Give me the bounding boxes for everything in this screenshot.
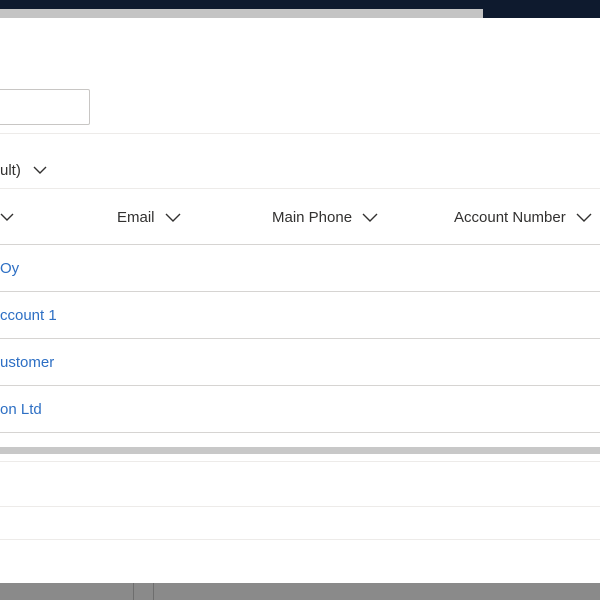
bottom-bar bbox=[0, 583, 600, 600]
divider bbox=[0, 133, 600, 134]
chevron-down-icon bbox=[165, 213, 181, 223]
column-header-account-number[interactable]: Account Number bbox=[454, 190, 592, 245]
column-header-label: Email bbox=[117, 209, 155, 226]
column-header-main-phone[interactable]: Main Phone bbox=[272, 190, 378, 245]
column-header-label: Account Number bbox=[454, 209, 566, 226]
top-bar bbox=[0, 0, 600, 18]
table-row[interactable]: Oy bbox=[0, 245, 600, 292]
chevron-down-icon bbox=[362, 213, 378, 223]
grid-header: Email Main Phone Account Number bbox=[0, 190, 600, 245]
column-header-account-name[interactable] bbox=[0, 190, 14, 245]
account-name-link[interactable]: ccount 1 bbox=[0, 307, 57, 324]
chevron-down-icon bbox=[0, 213, 14, 222]
divider bbox=[0, 188, 600, 189]
divider bbox=[0, 432, 600, 433]
divider bbox=[0, 539, 600, 540]
divider bbox=[0, 506, 600, 507]
top-scrollbar-thumb[interactable] bbox=[0, 9, 483, 18]
account-name-link[interactable]: Oy bbox=[0, 260, 19, 277]
bottom-bar-separator bbox=[133, 583, 134, 600]
bottom-bar-separator bbox=[153, 583, 154, 600]
divider bbox=[0, 461, 600, 462]
account-name-link[interactable]: on Ltd bbox=[0, 401, 42, 418]
table-row[interactable]: ustomer bbox=[0, 339, 600, 386]
chevron-down-icon bbox=[576, 213, 592, 223]
horizontal-scrollbar[interactable] bbox=[0, 447, 600, 454]
chevron-down-icon bbox=[33, 166, 47, 175]
table-row[interactable]: on Ltd bbox=[0, 386, 600, 433]
view-selector[interactable]: ult) bbox=[0, 158, 47, 182]
column-header-email[interactable]: Email bbox=[117, 190, 181, 245]
account-name-link[interactable]: ustomer bbox=[0, 354, 54, 371]
view-name: ult) bbox=[0, 161, 21, 179]
accounts-panel: ult) Email Main Phone Account Number Oy … bbox=[0, 18, 600, 583]
search-input[interactable] bbox=[0, 89, 90, 125]
table-row[interactable]: ccount 1 bbox=[0, 292, 600, 339]
column-header-label: Main Phone bbox=[272, 209, 353, 226]
